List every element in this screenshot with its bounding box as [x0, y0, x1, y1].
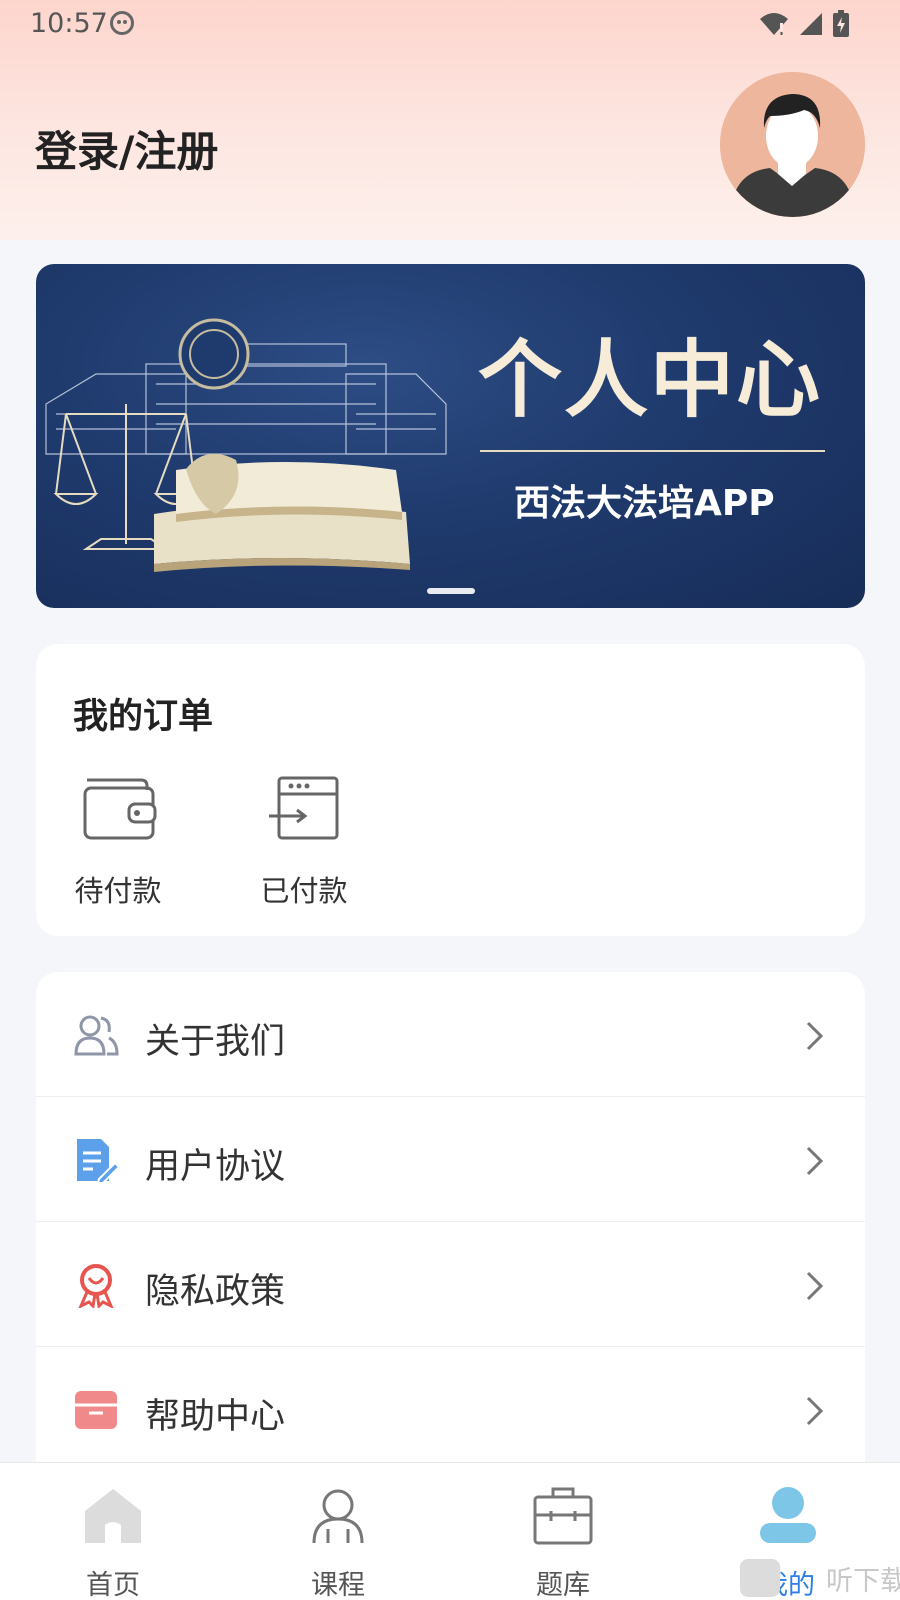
- home-icon: [85, 1489, 141, 1543]
- watermark-text: 听下载: [826, 1565, 900, 1597]
- tab-label-question-bank: 题库: [536, 1570, 590, 1600]
- order-pending-label: 待付款: [74, 874, 162, 908]
- banner-divider: [480, 450, 825, 452]
- chevron-right-icon: [806, 1146, 824, 1176]
- chevron-right-icon: [806, 1021, 824, 1051]
- menu-item-privacy-policy[interactable]: 隐私政策: [36, 1222, 865, 1347]
- login-register-link[interactable]: 登录/注册: [35, 118, 218, 179]
- notification-face-icon: [110, 11, 134, 35]
- course-person-icon: [312, 1489, 364, 1544]
- status-time: 10:57: [30, 8, 108, 39]
- wifi-icon: [760, 13, 788, 35]
- menu-item-user-agreement[interactable]: 用户协议: [36, 1097, 865, 1222]
- my-orders-card: 我的订单 待付款 已付款: [36, 644, 865, 936]
- battery-charging-icon: [833, 10, 849, 37]
- users-icon: [74, 1015, 119, 1056]
- order-pending-payment[interactable]: 待付款: [63, 772, 173, 910]
- signal-icon: [800, 13, 822, 35]
- menu-item-help-center[interactable]: 帮助中心: [36, 1347, 865, 1472]
- window-transfer-icon: [269, 776, 339, 840]
- order-paid[interactable]: 已付款: [249, 772, 359, 910]
- status-icons: [758, 10, 850, 38]
- menu-item-about-us[interactable]: 关于我们: [36, 972, 865, 1097]
- status-bar: 10:57: [0, 0, 900, 48]
- chevron-right-icon: [806, 1271, 824, 1301]
- banner-subtitle: 西法大法培APP: [514, 483, 775, 524]
- settings-menu-card: 关于我们 用户协议 隐私政策 帮助中心: [36, 972, 865, 1472]
- carousel-indicator[interactable]: [427, 588, 475, 594]
- briefcase-icon: [533, 1487, 593, 1545]
- tab-label-course: 课程: [311, 1570, 365, 1600]
- orders-title: 我的订单: [73, 697, 214, 737]
- watermark-logo: [740, 1559, 780, 1597]
- avatar[interactable]: [720, 72, 865, 217]
- watermark: 听下载: [740, 1558, 900, 1598]
- order-paid-label: 已付款: [260, 874, 348, 908]
- menu-label-privacy-policy: 隐私政策: [145, 1272, 286, 1312]
- banner-illustration: [45, 318, 447, 572]
- banner-title: 个人中心: [478, 330, 823, 429]
- award-icon: [78, 1264, 114, 1308]
- menu-label-user-agreement: 用户协议: [145, 1147, 286, 1187]
- user-icon: [760, 1487, 816, 1543]
- document-edit-icon: [77, 1139, 119, 1183]
- wallet-icon: [83, 778, 157, 840]
- menu-label-help-center: 帮助中心: [145, 1397, 286, 1437]
- default-avatar-icon: [720, 72, 865, 217]
- banner-carousel[interactable]: [36, 264, 865, 608]
- tab-home[interactable]: 首页: [53, 1483, 173, 1600]
- menu-label-about-us: 关于我们: [145, 1022, 286, 1062]
- tab-label-home: 首页: [86, 1570, 140, 1600]
- store-icon: [75, 1391, 117, 1429]
- tab-question-bank[interactable]: 题库: [503, 1483, 623, 1600]
- tab-course[interactable]: 课程: [278, 1483, 398, 1600]
- chevron-right-icon: [806, 1396, 824, 1426]
